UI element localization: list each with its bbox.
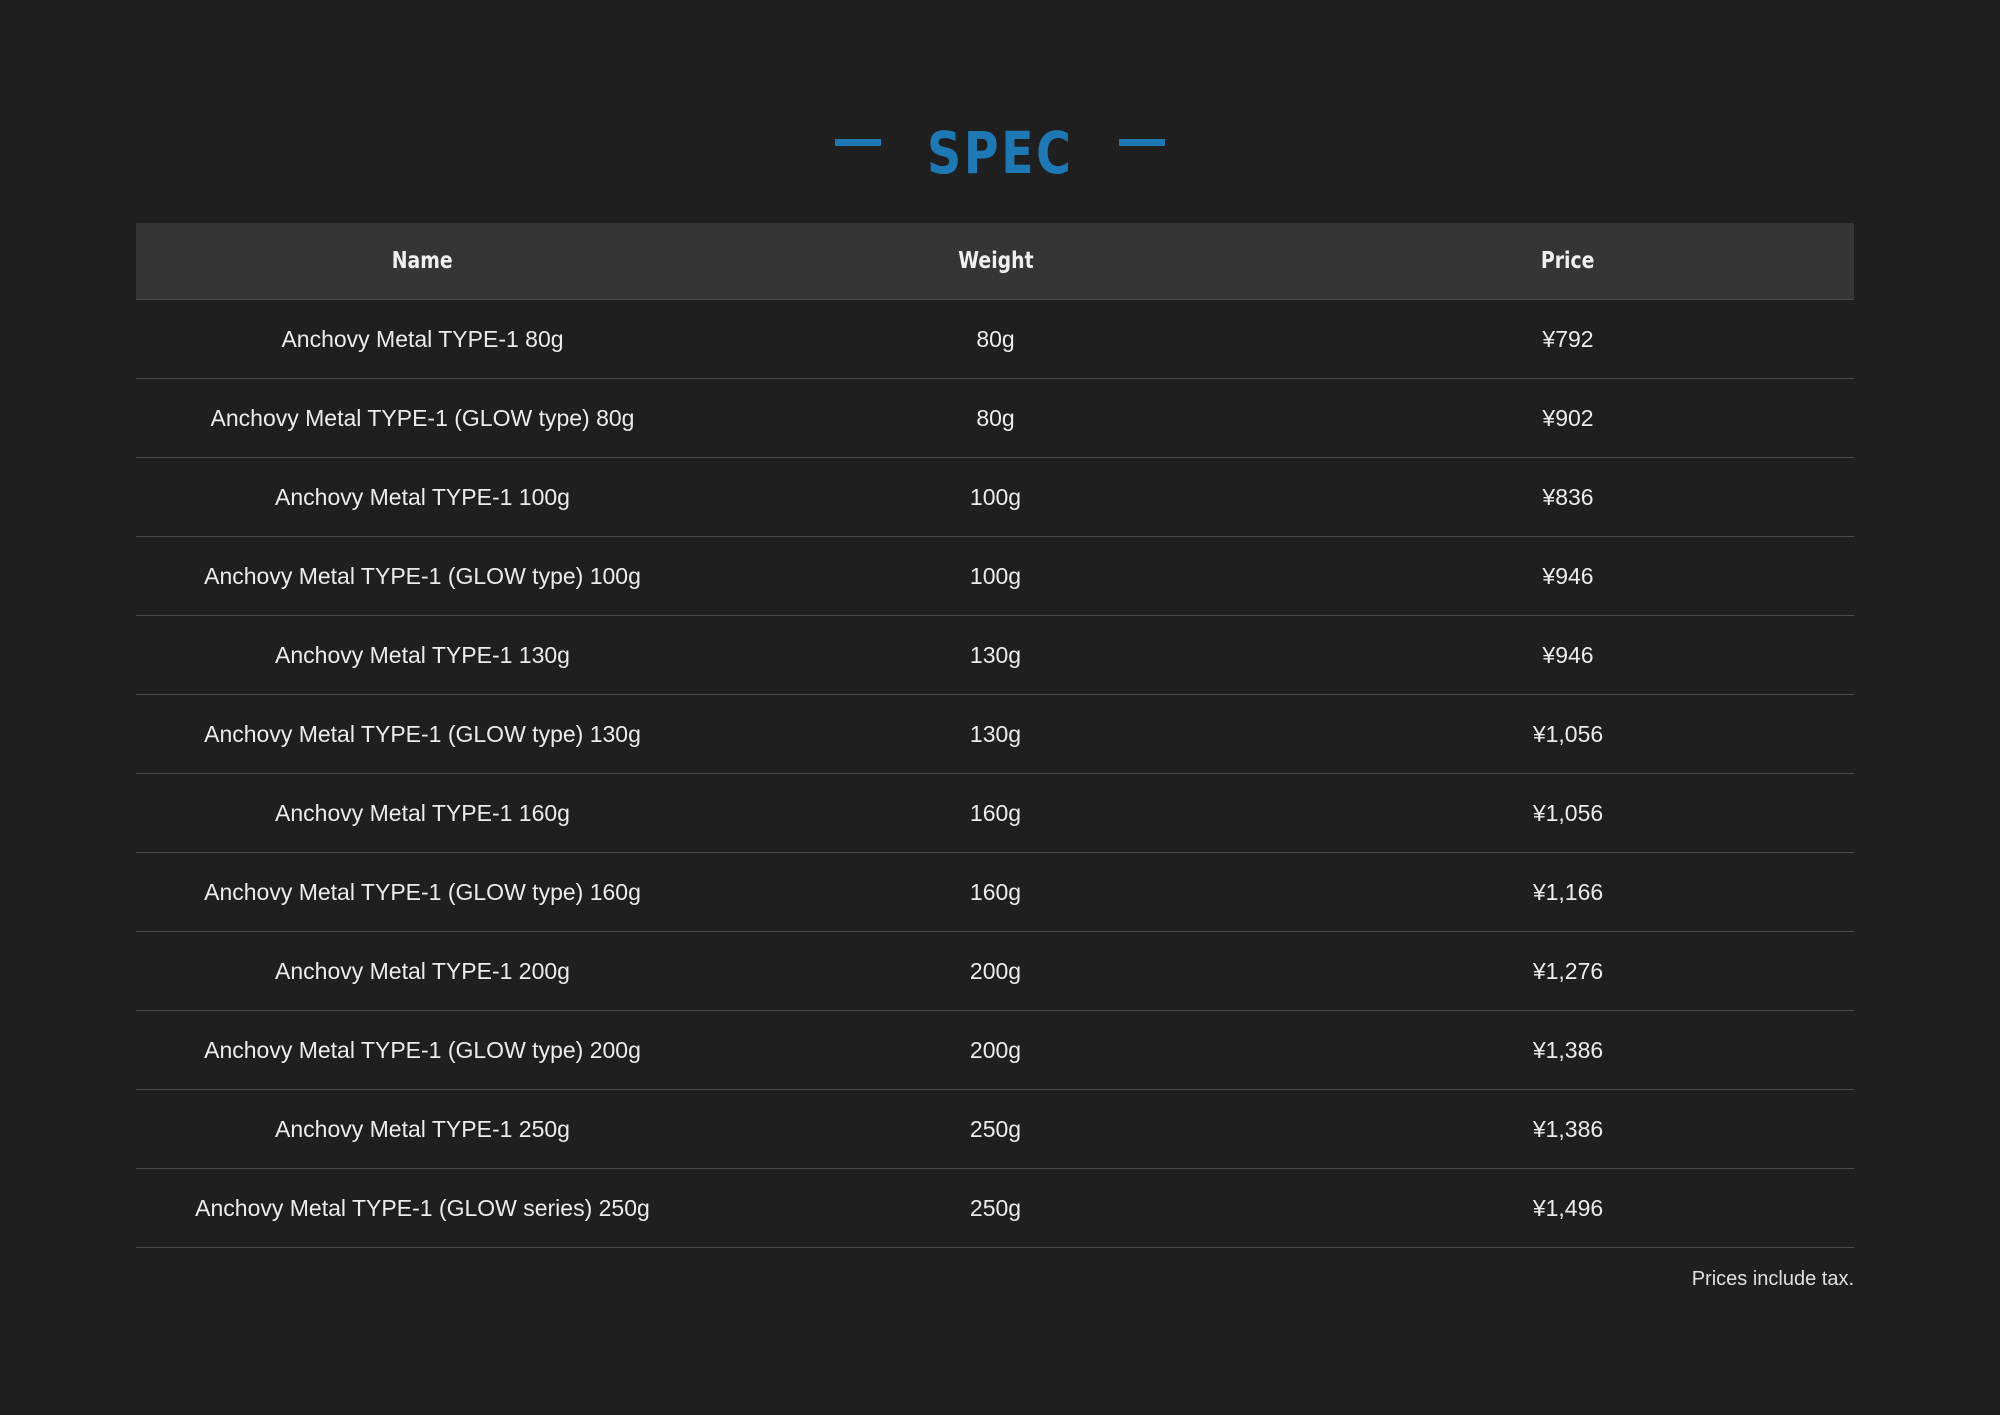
cell-weight: 200g bbox=[709, 1010, 1282, 1090]
table-row: Anchovy Metal TYPE-1 200g 200g ¥1,276 bbox=[136, 931, 1854, 1011]
cell-price: ¥1,386 bbox=[1282, 1010, 1854, 1090]
cell-price: ¥1,386 bbox=[1282, 1089, 1854, 1169]
table-row: Anchovy Metal TYPE-1 130g 130g ¥946 bbox=[136, 615, 1854, 695]
table-row: Anchovy Metal TYPE-1 (GLOW type) 160g 16… bbox=[136, 852, 1854, 932]
table-row: Anchovy Metal TYPE-1 160g 160g ¥1,056 bbox=[136, 773, 1854, 853]
table-row: Anchovy Metal TYPE-1 250g 250g ¥1,386 bbox=[136, 1089, 1854, 1169]
title-left-dash bbox=[834, 138, 881, 146]
cell-name: Anchovy Metal TYPE-1 250g bbox=[136, 1089, 709, 1169]
cell-price: ¥836 bbox=[1282, 457, 1854, 537]
cell-weight: 100g bbox=[709, 457, 1282, 537]
spec-heading: SPEC bbox=[0, 118, 2000, 188]
cell-name: Anchovy Metal TYPE-1 100g bbox=[136, 457, 709, 537]
table-row: Anchovy Metal TYPE-1 (GLOW type) 100g 10… bbox=[136, 536, 1854, 616]
cell-weight: 250g bbox=[709, 1168, 1282, 1248]
cell-name: Anchovy Metal TYPE-1 (GLOW type) 160g bbox=[136, 852, 709, 932]
cell-price: ¥946 bbox=[1282, 615, 1854, 695]
cell-name: Anchovy Metal TYPE-1 (GLOW type) 100g bbox=[136, 536, 709, 616]
table-row: Anchovy Metal TYPE-1 80g 80g ¥792 bbox=[136, 299, 1854, 379]
cell-name: Anchovy Metal TYPE-1 160g bbox=[136, 773, 709, 853]
header-row: Name Weight Price bbox=[136, 223, 1854, 300]
column-header-name: Name bbox=[136, 223, 709, 300]
cell-price: ¥1,166 bbox=[1282, 852, 1854, 932]
cell-weight: 80g bbox=[709, 378, 1282, 458]
cell-name: Anchovy Metal TYPE-1 (GLOW type) 130g bbox=[136, 694, 709, 774]
cell-weight: 130g bbox=[709, 694, 1282, 774]
cell-weight: 250g bbox=[709, 1089, 1282, 1169]
column-header-weight: Weight bbox=[709, 223, 1282, 300]
cell-price: ¥902 bbox=[1282, 378, 1854, 458]
column-header-price: Price bbox=[1282, 223, 1854, 300]
page-title: SPEC bbox=[926, 119, 1074, 187]
cell-name: Anchovy Metal TYPE-1 80g bbox=[136, 299, 709, 379]
spec-table-body: Anchovy Metal TYPE-1 80g 80g ¥792 Anchov… bbox=[136, 299, 1854, 1248]
table-row: Anchovy Metal TYPE-1 100g 100g ¥836 bbox=[136, 457, 1854, 537]
cell-name: Anchovy Metal TYPE-1 (GLOW type) 200g bbox=[136, 1010, 709, 1090]
cell-weight: 130g bbox=[709, 615, 1282, 695]
cell-weight: 80g bbox=[709, 299, 1282, 379]
table-row: Anchovy Metal TYPE-1 (GLOW series) 250g … bbox=[136, 1168, 1854, 1248]
cell-price: ¥1,496 bbox=[1282, 1168, 1854, 1248]
tax-note: Prices include tax. bbox=[1691, 1268, 1854, 1290]
cell-name: Anchovy Metal TYPE-1 (GLOW type) 80g bbox=[136, 378, 709, 458]
cell-price: ¥946 bbox=[1282, 536, 1854, 616]
cell-name: Anchovy Metal TYPE-1 130g bbox=[136, 615, 709, 695]
table-row: Anchovy Metal TYPE-1 (GLOW type) 80g 80g… bbox=[136, 378, 1854, 458]
cell-weight: 160g bbox=[709, 852, 1282, 932]
table-row: Anchovy Metal TYPE-1 (GLOW type) 130g 13… bbox=[136, 694, 1854, 774]
cell-weight: 100g bbox=[709, 536, 1282, 616]
cell-price: ¥1,056 bbox=[1282, 694, 1854, 774]
cell-name: Anchovy Metal TYPE-1 (GLOW series) 250g bbox=[136, 1168, 709, 1248]
table-row: Anchovy Metal TYPE-1 (GLOW type) 200g 20… bbox=[136, 1010, 1854, 1090]
cell-price: ¥792 bbox=[1282, 299, 1854, 379]
cell-weight: 160g bbox=[709, 773, 1282, 853]
spec-table-header: Name Weight Price bbox=[136, 223, 1854, 300]
cell-name: Anchovy Metal TYPE-1 200g bbox=[136, 931, 709, 1011]
cell-price: ¥1,276 bbox=[1282, 931, 1854, 1011]
title-right-dash bbox=[1119, 138, 1166, 146]
cell-weight: 200g bbox=[709, 931, 1282, 1011]
spec-table: Name Weight Price Anchovy Metal TYPE-1 8… bbox=[136, 223, 1854, 1248]
cell-price: ¥1,056 bbox=[1282, 773, 1854, 853]
